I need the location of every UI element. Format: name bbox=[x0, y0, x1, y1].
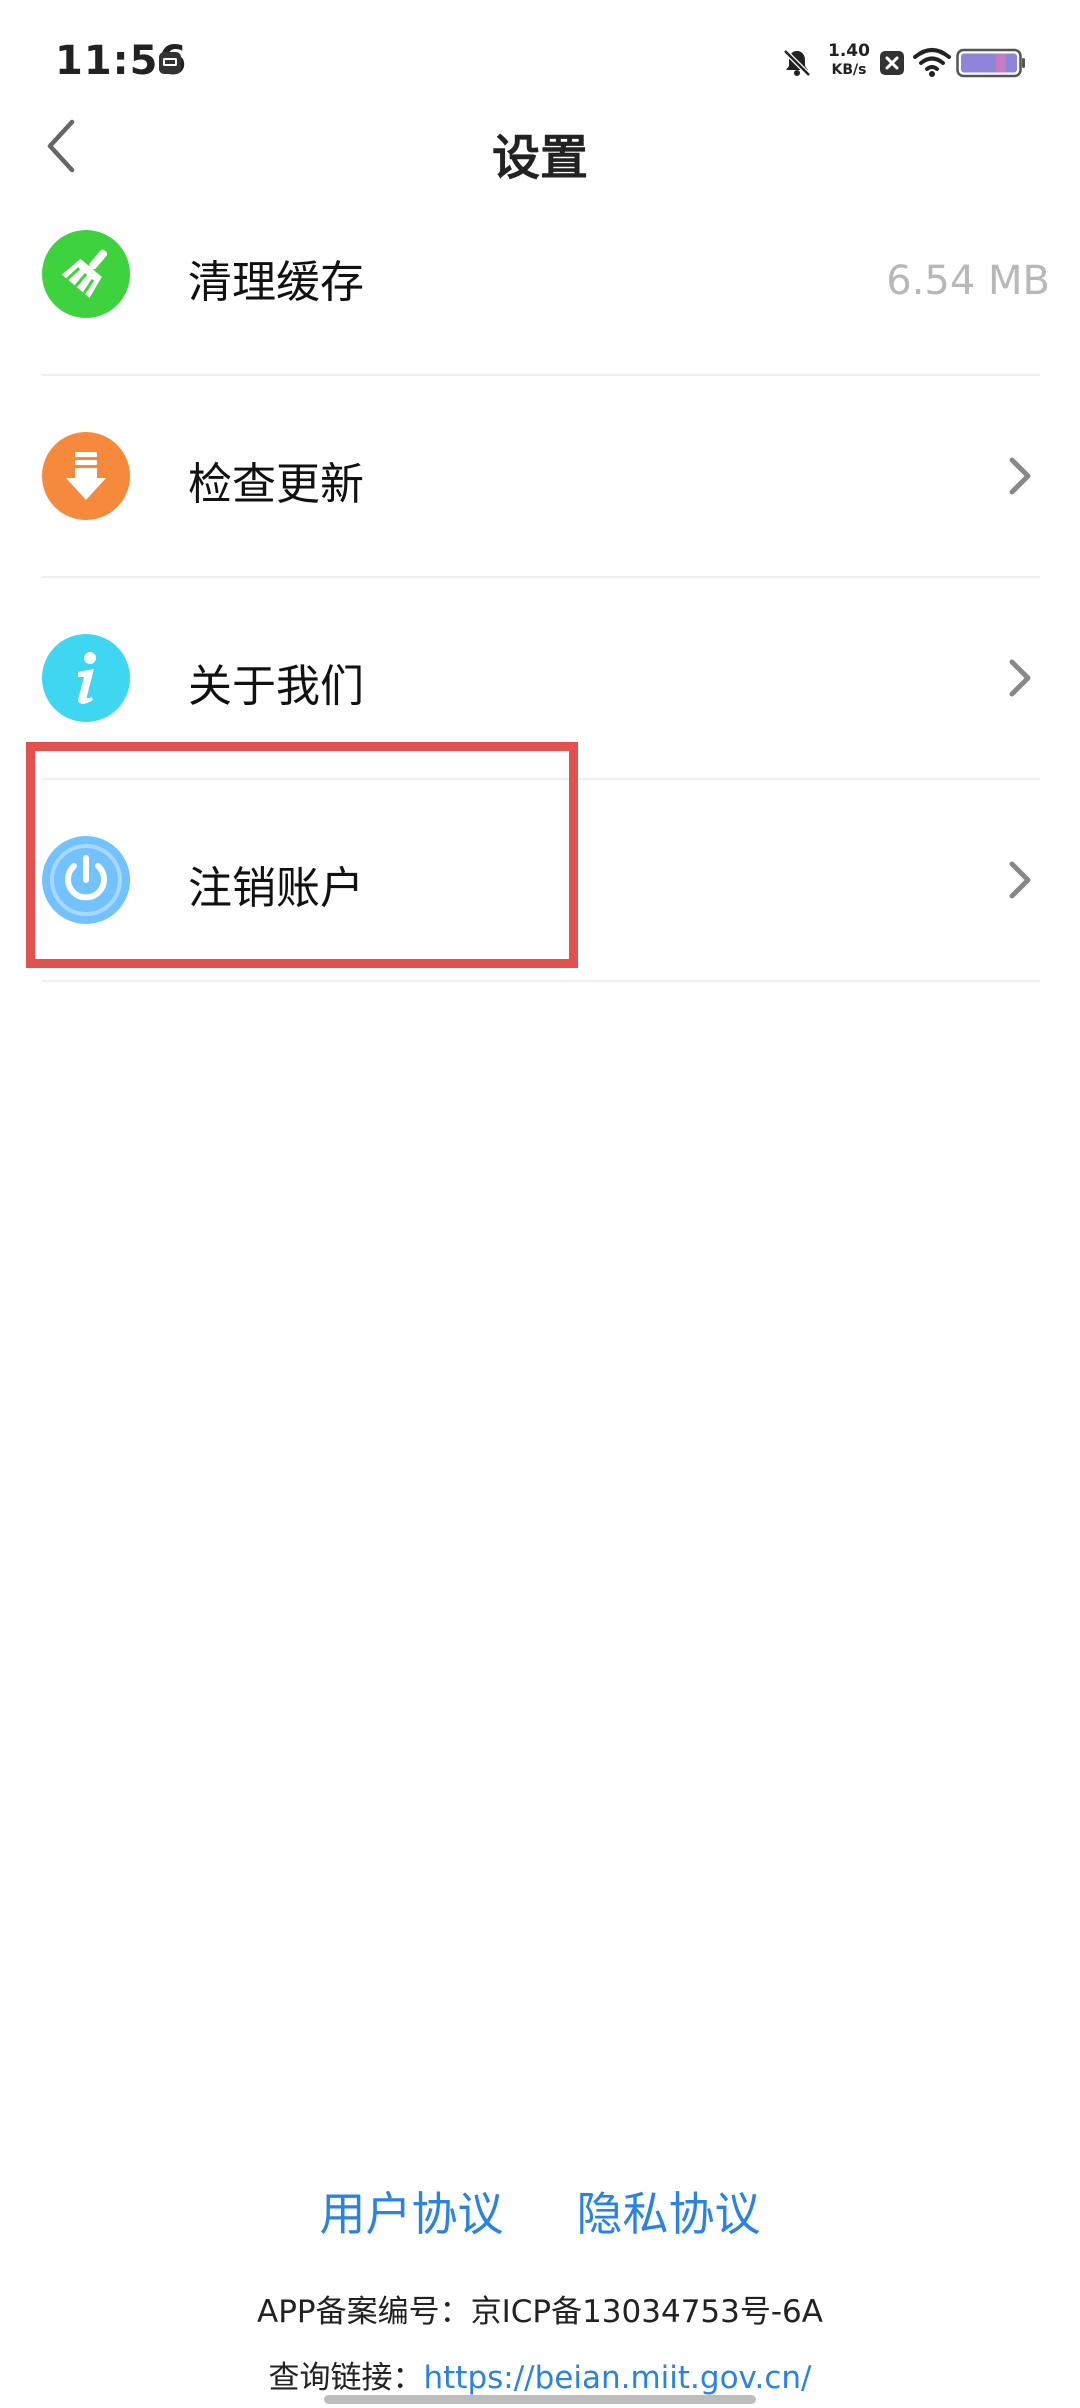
check-update-label: 检查更新 bbox=[188, 459, 364, 510]
privacy-agreement-link[interactable]: 隐私协议 bbox=[577, 2187, 761, 2241]
clear-cache-label: 清理缓存 bbox=[188, 257, 364, 308]
query-line: 查询链接：https://beian.miit.gov.cn/ bbox=[0, 2352, 1080, 2397]
user-agreement-link[interactable]: 用户协议 bbox=[319, 2187, 503, 2241]
battery-icon bbox=[956, 48, 1025, 78]
home-indicator[interactable] bbox=[324, 2395, 756, 2404]
cache-size-value: 6.54 MB bbox=[886, 258, 1050, 304]
chevron-right-icon bbox=[1009, 659, 1031, 697]
settings-page: 11:56 1.40 KB/s 设置 清理缓存 6.54 MB 检查更新 关于我… bbox=[0, 0, 1080, 2408]
icp-record: APP备案编号：京ICP备13034753号-6A bbox=[257, 2294, 823, 2330]
about-us-label: 关于我们 bbox=[188, 661, 364, 712]
net-speed-value: 1.40 bbox=[828, 41, 870, 61]
chevron-right-icon bbox=[1009, 861, 1031, 899]
deactivate-account-label: 注销账户 bbox=[188, 863, 364, 914]
info-icon bbox=[42, 634, 130, 722]
net-speed: 1.40 KB/s bbox=[824, 42, 874, 80]
check-update-row[interactable]: 检查更新 bbox=[42, 376, 1040, 578]
close-box-icon bbox=[880, 51, 904, 75]
chevron-right-icon bbox=[1009, 457, 1031, 495]
broom-icon bbox=[42, 230, 130, 318]
wifi-icon bbox=[913, 48, 951, 77]
agreement-links: 用户协议 隐私协议 bbox=[0, 2178, 1080, 2244]
query-label: 查询链接： bbox=[268, 2360, 424, 2396]
query-link[interactable]: https://beian.miit.gov.cn/ bbox=[424, 2360, 812, 2396]
about-us-row[interactable]: 关于我们 bbox=[42, 578, 1040, 780]
download-icon bbox=[42, 432, 130, 520]
net-speed-unit: KB/s bbox=[831, 62, 867, 78]
sim-card-icon bbox=[159, 52, 181, 74]
clear-cache-row[interactable]: 清理缓存 6.54 MB bbox=[42, 174, 1050, 376]
power-icon bbox=[42, 836, 130, 924]
bell-muted-icon bbox=[783, 49, 811, 77]
status-bar: 11:56 1.40 KB/s bbox=[0, 0, 1080, 110]
deactivate-account-row[interactable]: 注销账户 bbox=[42, 780, 1040, 982]
